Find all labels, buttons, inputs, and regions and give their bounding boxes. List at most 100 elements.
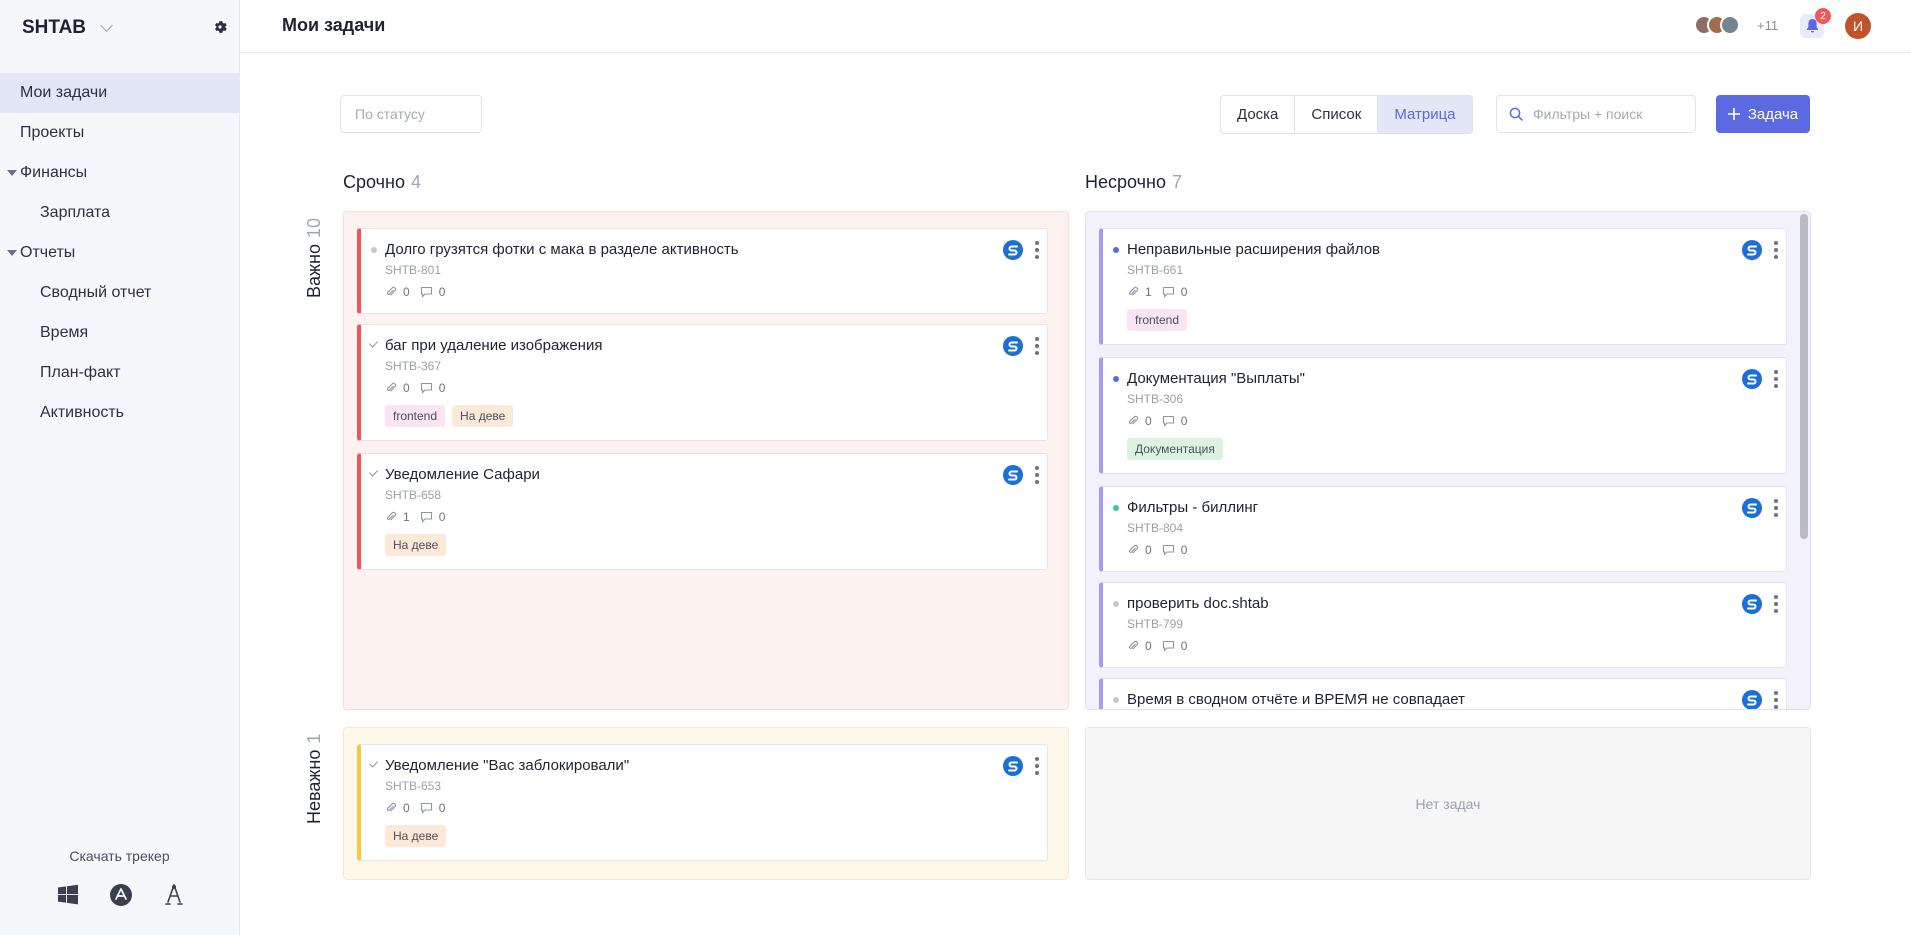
task-card[interactable]: Долго грузятся фотки с мака в разделе ак… <box>357 228 1048 314</box>
attachment-icon <box>386 382 397 392</box>
task-code: SHTB-799 <box>1127 617 1184 631</box>
sidebar-item-time[interactable]: Время <box>0 313 239 353</box>
task-title: Уведомление "Вас заблокировали" <box>385 757 630 774</box>
more-menu-icon[interactable] <box>1774 691 1778 709</box>
add-task-button[interactable]: Задача <box>1716 95 1810 133</box>
comment-icon <box>420 382 432 394</box>
app-store-icon[interactable] <box>108 882 134 908</box>
files-count: 1 <box>403 510 410 524</box>
files-count: 0 <box>403 381 410 395</box>
shtab-logo-icon <box>1742 690 1762 709</box>
sidebar-item-projects[interactable]: Проекты <box>0 113 239 153</box>
task-title: Долго грузятся фотки с мака в разделе ак… <box>385 241 739 258</box>
task-tags: На деве <box>385 534 447 556</box>
task-title: Время в сводном отчёте и ВРЕМЯ не совпад… <box>1127 691 1465 708</box>
attachment-icon <box>1128 640 1139 650</box>
column-count: 4 <box>410 172 421 192</box>
comment-icon <box>1162 544 1174 556</box>
view-board-button[interactable]: Доска <box>1221 96 1296 133</box>
matrix-cell-nonurgent-unimportant: Нет задач <box>1085 727 1811 880</box>
shtab-logo-icon <box>1003 465 1023 485</box>
linux-icon[interactable] <box>161 882 187 908</box>
task-card[interactable]: Уведомление "Вас заблокировали" SHTB-653… <box>357 744 1048 861</box>
task-code: SHTB-653 <box>385 779 442 793</box>
comment-icon <box>1162 415 1174 427</box>
comment-icon <box>1162 640 1174 652</box>
sidebar-item-label: Активность <box>40 404 125 421</box>
attachment-icon <box>386 286 397 296</box>
task-card[interactable]: Документация "Выплаты" SHTB-306 0 0 Доку… <box>1099 357 1787 474</box>
sidebar-item-my-tasks[interactable]: Мои задачи <box>0 73 239 113</box>
tag-badge: На деве <box>385 534 447 556</box>
download-os-icons <box>55 882 187 908</box>
gear-icon[interactable] <box>213 20 227 34</box>
status-dot <box>1113 247 1119 253</box>
more-menu-icon[interactable] <box>1774 595 1778 613</box>
task-title: Документация "Выплаты" <box>1127 370 1305 387</box>
shtab-logo-icon <box>1742 498 1762 518</box>
sidebar-group-reports[interactable]: Отчеты <box>0 233 239 273</box>
comments-count: 0 <box>1180 285 1188 299</box>
more-menu-icon[interactable] <box>1035 241 1039 259</box>
row-count: 10 <box>304 217 324 238</box>
view-list-button[interactable]: Список <box>1295 96 1379 133</box>
user-avatar[interactable]: И <box>1845 13 1871 39</box>
comments-count: 0 <box>438 510 446 524</box>
sidebar-item-plan-fact[interactable]: План-факт <box>0 353 239 393</box>
sidebar-item-salary[interactable]: Зарплата <box>0 193 239 233</box>
workspace-switcher[interactable]: SHTAB <box>22 17 113 39</box>
task-title: Неправильные расширения файлов <box>1127 241 1381 258</box>
column-header-urgent: Срочно 4 <box>343 172 421 193</box>
attachment-icon <box>1128 415 1139 425</box>
tag-badge: Документация <box>1127 438 1223 460</box>
task-card[interactable]: проверить doc.shtab SHTB-799 0 0 <box>1099 582 1787 668</box>
more-menu-icon[interactable] <box>1035 466 1039 484</box>
task-meta: 1 0 <box>1127 285 1187 299</box>
chevron-down-icon <box>100 19 113 32</box>
members-more-count[interactable]: +11 <box>1757 18 1778 33</box>
task-tags: frontend <box>1127 309 1188 331</box>
sidebar-item-label: Время <box>40 324 89 341</box>
sidebar-nav: Мои задачи Проекты Финансы Зарплата Отче… <box>0 73 239 433</box>
more-menu-icon[interactable] <box>1774 499 1778 517</box>
comments-count: 0 <box>438 801 446 815</box>
sidebar-item-summary-report[interactable]: Сводный отчет <box>0 273 239 313</box>
sidebar: SHTAB Мои задачи Проекты Финансы Зарплат… <box>0 0 240 935</box>
more-menu-icon[interactable] <box>1774 241 1778 259</box>
task-code: SHTB-801 <box>385 263 442 277</box>
task-tags: frontend На деве <box>385 405 514 427</box>
task-card[interactable]: баг при удаление изображения SHTB-367 0 … <box>357 324 1048 441</box>
view-matrix-button[interactable]: Матрица <box>1378 96 1472 133</box>
attachment-icon <box>386 511 397 521</box>
tag-badge: На деве <box>452 405 514 427</box>
search-placeholder: Фильтры + поиск <box>1533 106 1643 122</box>
shtab-logo-icon <box>1742 369 1762 389</box>
more-menu-icon[interactable] <box>1035 337 1039 355</box>
empty-state-label: Нет задач <box>1415 795 1481 812</box>
caret-down-icon <box>7 250 17 256</box>
status-dot <box>1113 601 1119 607</box>
task-meta: 0 0 <box>1127 639 1187 653</box>
status-filter[interactable]: По статусу <box>340 95 482 133</box>
attachment-icon <box>1128 544 1139 554</box>
topbar: Мои задачи +11 2 И <box>240 0 1911 53</box>
avatar <box>1720 15 1740 35</box>
search-input[interactable]: Фильтры + поиск <box>1496 95 1696 133</box>
sidebar-item-activity[interactable]: Активность <box>0 393 239 433</box>
add-task-label: Задача <box>1747 105 1799 123</box>
more-menu-icon[interactable] <box>1774 370 1778 388</box>
task-tags: Документация <box>1127 438 1223 460</box>
more-menu-icon[interactable] <box>1035 757 1039 775</box>
column-label: Несрочно <box>1085 172 1166 192</box>
task-meta: 0 0 <box>385 381 445 395</box>
matrix-cell-urgent-important: Долго грузятся фотки с мака в разделе ак… <box>343 211 1069 710</box>
task-card[interactable]: Время в сводном отчёте и ВРЕМЯ не совпад… <box>1099 678 1787 709</box>
sidebar-group-finance[interactable]: Финансы <box>0 153 239 193</box>
task-meta: 0 0 <box>385 285 445 299</box>
task-card[interactable]: Неправильные расширения файлов SHTB-661 … <box>1099 228 1787 345</box>
windows-icon[interactable] <box>55 882 81 908</box>
scrollbar-thumb[interactable] <box>1800 214 1808 539</box>
project-members[interactable] <box>1694 15 1740 35</box>
task-card[interactable]: Фильтры - биллинг SHTB-804 0 0 <box>1099 486 1787 572</box>
task-card[interactable]: Уведомление Сафари SHTB-658 1 0 На деве <box>357 453 1048 570</box>
